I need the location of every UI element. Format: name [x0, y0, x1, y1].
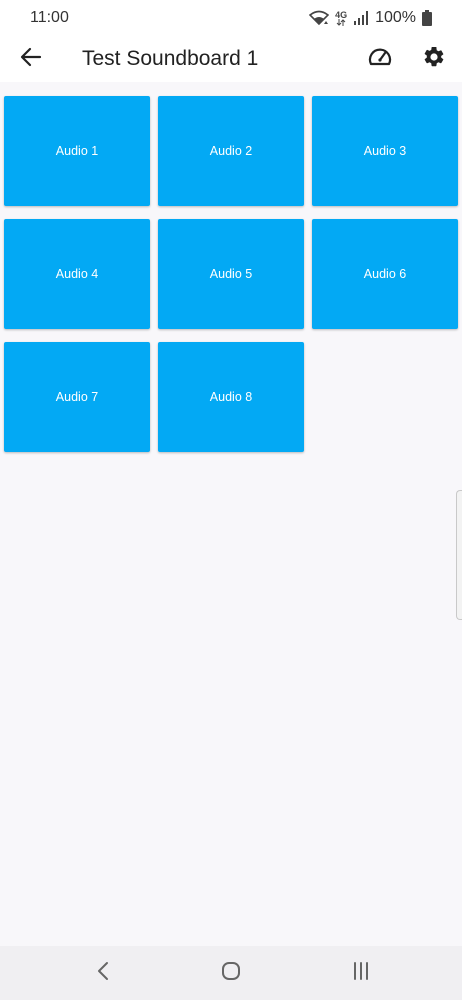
- sound-tile[interactable]: Audio 8: [158, 342, 304, 452]
- nav-recents-button[interactable]: [341, 958, 381, 988]
- sound-grid: Audio 1 Audio 2 Audio 3 Audio 4 Audio 5 …: [4, 96, 458, 452]
- sound-tile-label: Audio 4: [55, 267, 99, 281]
- status-bar: 11:00 4G 100%: [0, 0, 462, 36]
- wifi-icon: [309, 10, 330, 26]
- nav-back-button[interactable]: [83, 958, 123, 988]
- 4g-icon: 4G: [335, 9, 348, 26]
- navigation-bar: [0, 946, 462, 1000]
- sound-tile[interactable]: Audio 6: [312, 219, 458, 329]
- sound-tile-label: Audio 6: [363, 267, 407, 281]
- edge-panel-handle[interactable]: [456, 490, 462, 620]
- page-title: Test Soundboard 1: [82, 47, 259, 70]
- app-bar: Test Soundboard 1: [0, 36, 462, 82]
- sound-tile[interactable]: Audio 3: [312, 96, 458, 206]
- sound-tile-label: Audio 2: [209, 144, 253, 158]
- sound-tile[interactable]: Audio 2: [158, 96, 304, 206]
- signal-icon: [353, 11, 369, 25]
- sound-tile[interactable]: Audio 5: [158, 219, 304, 329]
- network-type: 4G: [335, 9, 348, 20]
- speedometer-icon: [367, 46, 393, 73]
- sound-tile[interactable]: Audio 4: [4, 219, 150, 329]
- sound-tile-label: Audio 5: [209, 267, 253, 281]
- status-icons: 4G 100%: [309, 9, 432, 27]
- sound-tile[interactable]: Audio 7: [4, 342, 150, 452]
- home-icon: [221, 961, 241, 986]
- gear-icon: [422, 45, 446, 74]
- back-icon: [96, 961, 110, 986]
- sound-tile[interactable]: Audio 1: [4, 96, 150, 206]
- battery-percent: 100%: [375, 9, 416, 26]
- back-button[interactable]: [16, 44, 46, 74]
- sound-tile-label: Audio 3: [363, 144, 407, 158]
- recents-icon: [351, 961, 371, 986]
- nav-home-button[interactable]: [211, 958, 251, 988]
- settings-button[interactable]: [418, 44, 450, 74]
- status-time: 11:00: [30, 9, 69, 26]
- playback-speed-button[interactable]: [364, 44, 396, 74]
- battery-icon: [422, 10, 432, 26]
- sound-tile-label: Audio 1: [55, 144, 99, 158]
- sound-tile-label: Audio 8: [209, 390, 253, 404]
- sound-tile-label: Audio 7: [55, 390, 99, 404]
- back-arrow-icon: [20, 47, 42, 72]
